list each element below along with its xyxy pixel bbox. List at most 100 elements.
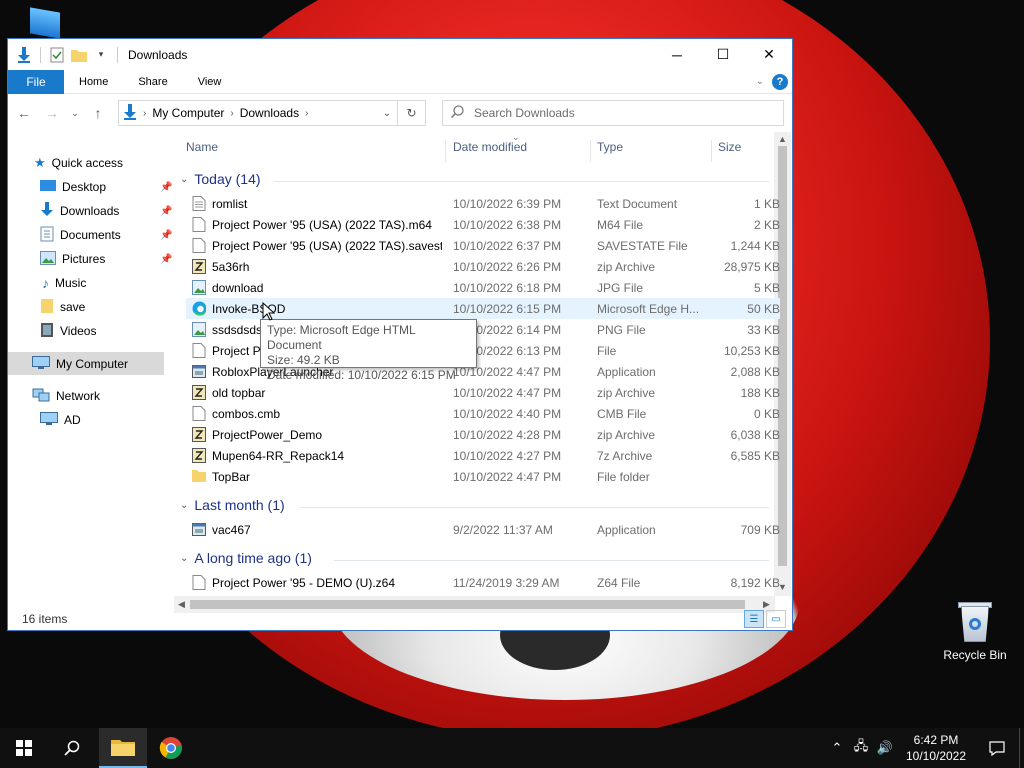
group-long-ago[interactable]: ⌄ A long time ago (1) bbox=[174, 550, 312, 566]
app-icon bbox=[192, 364, 206, 379]
collapse-chevron-icon: ⌄ bbox=[180, 499, 189, 511]
taskbar-file-explorer[interactable] bbox=[99, 728, 147, 768]
breadcrumb-downloads[interactable]: Downloads bbox=[240, 106, 299, 120]
new-folder-icon[interactable] bbox=[71, 47, 87, 63]
nav-item-save[interactable]: save bbox=[40, 296, 85, 318]
downloads-icon bbox=[40, 201, 54, 221]
nav-label: Downloads bbox=[60, 204, 120, 218]
nav-item-desktop[interactable]: Desktop 📌 bbox=[40, 176, 172, 198]
file-size: 5 KB bbox=[753, 281, 780, 295]
file-row[interactable]: vac467 9/2/2022 11:37 AM Application 709 KB bbox=[186, 519, 780, 540]
nav-label: Pictures bbox=[62, 252, 106, 266]
network-status-icon[interactable]: 🖧 bbox=[849, 737, 873, 759]
pin-icon[interactable]: 📌 bbox=[160, 230, 172, 241]
pin-icon[interactable]: 📌 bbox=[160, 182, 172, 193]
nav-item-ad[interactable]: AD bbox=[40, 409, 81, 431]
network-icon bbox=[32, 388, 50, 405]
forward-button[interactable]: → bbox=[40, 101, 64, 125]
start-button[interactable] bbox=[0, 728, 48, 768]
refresh-button[interactable]: ↻ bbox=[397, 101, 425, 125]
nav-item-downloads[interactable]: Downloads 📌 bbox=[40, 200, 172, 222]
group-last-month[interactable]: ⌄ Last month (1) bbox=[174, 497, 285, 513]
nav-label: Quick access bbox=[51, 156, 124, 170]
pin-icon[interactable]: 📌 bbox=[160, 206, 172, 217]
file-name: TopBar bbox=[212, 470, 251, 484]
file-name: Project Power '95 (USA) (2022 TAS).saves… bbox=[212, 239, 442, 253]
back-button[interactable]: ← bbox=[12, 101, 36, 125]
file-row[interactable]: Project Power '95 (USA) (2022 TAS).saves… bbox=[186, 235, 780, 256]
nav-item-videos[interactable]: Videos bbox=[40, 320, 96, 342]
file-row[interactable]: Project Power '95 - DEMO (U).z64 11/24/20… bbox=[186, 572, 780, 593]
computer-icon bbox=[32, 355, 50, 373]
nav-item-pictures[interactable]: Pictures 📌 bbox=[40, 248, 172, 270]
title-bar[interactable]: ▾ Downloads ─ ☐ ✕ bbox=[8, 39, 792, 70]
ribbon-tabs: File Home Share View ⌄ ? bbox=[8, 69, 792, 94]
column-size[interactable]: Size bbox=[718, 140, 741, 154]
tab-view[interactable]: View bbox=[183, 76, 237, 88]
nav-item-music[interactable]: ♪ Music bbox=[42, 272, 86, 294]
nav-item-documents[interactable]: Documents 📌 bbox=[40, 224, 172, 246]
nav-label: save bbox=[60, 300, 86, 314]
nav-label: Music bbox=[55, 276, 87, 290]
search-box[interactable]: Search Downloads bbox=[442, 100, 784, 126]
file-row[interactable]: old topbar 10/10/2022 4:47 PM zip Archive 1… bbox=[186, 382, 780, 403]
action-center-button[interactable] bbox=[975, 740, 1019, 756]
file-date-modified: 9/2/2022 11:37 AM bbox=[453, 523, 553, 537]
group-today[interactable]: ⌄ Today (14) bbox=[174, 171, 261, 187]
recycle-bin[interactable]: Recycle Bin bbox=[940, 600, 1010, 662]
close-button[interactable]: ✕ bbox=[746, 39, 792, 70]
recent-locations-button[interactable]: ⌄ bbox=[68, 101, 82, 125]
system-tray: ⌃ 🖧 🔊 6:42 PM 10/10/2022 bbox=[825, 728, 1024, 768]
tab-home[interactable]: Home bbox=[64, 76, 123, 88]
tab-share[interactable]: Share bbox=[123, 76, 182, 88]
file-size: 2,088 KB bbox=[730, 365, 780, 379]
show-desktop-button[interactable] bbox=[1019, 728, 1024, 768]
taskbar-search-icon bbox=[64, 740, 80, 756]
pin-icon[interactable]: 📌 bbox=[160, 254, 172, 265]
file-row[interactable]: combos.cmb 10/10/2022 4:40 PM CMB File 0 KB bbox=[186, 403, 780, 424]
file-row[interactable]: ProjectPower_Demo 10/10/2022 4:28 PM zip A… bbox=[186, 424, 780, 445]
nav-label: Documents bbox=[60, 228, 121, 242]
file-row[interactable]: Project Power '95 (USA) (2022 TAS).m64 10… bbox=[186, 214, 780, 235]
column-type[interactable]: Type bbox=[597, 140, 623, 154]
tab-file[interactable]: File bbox=[8, 69, 64, 94]
text-file-icon bbox=[192, 196, 206, 211]
search-input[interactable]: Search Downloads bbox=[474, 106, 575, 120]
file-type: File folder bbox=[597, 470, 650, 484]
nav-label: AD bbox=[64, 413, 81, 427]
file-row[interactable]: download 10/10/2022 6:18 PM JPG File 5 KB bbox=[186, 277, 780, 298]
search-button[interactable] bbox=[48, 728, 96, 768]
notification-icon bbox=[989, 740, 1005, 756]
properties-icon[interactable] bbox=[49, 47, 65, 63]
minimize-button[interactable]: ─ bbox=[654, 39, 700, 70]
file-type: Z64 File bbox=[597, 576, 641, 590]
file-row[interactable]: TopBar 10/10/2022 4:47 PM File folder bbox=[186, 466, 780, 487]
file-name: download bbox=[212, 281, 264, 295]
details-view-button[interactable]: ☰ bbox=[744, 610, 764, 628]
file-size: 1 KB bbox=[753, 197, 780, 211]
nav-item-quick-access[interactable]: ★ Quick access bbox=[34, 152, 123, 174]
maximize-button[interactable]: ☐ bbox=[700, 39, 746, 70]
breadcrumb-my-computer[interactable]: My Computer bbox=[152, 106, 224, 120]
clock[interactable]: 6:42 PM 10/10/2022 bbox=[897, 732, 975, 764]
show-hidden-icons-icon[interactable]: ⌃ bbox=[825, 740, 849, 756]
nav-item-my-computer[interactable]: My Computer bbox=[32, 353, 128, 375]
address-dropdown-icon[interactable]: ⌄ bbox=[377, 108, 397, 119]
star-icon: ★ bbox=[34, 155, 46, 170]
file-name: 5a36rh bbox=[212, 260, 250, 274]
taskbar-chrome[interactable] bbox=[147, 728, 195, 768]
scroll-up-icon[interactable]: ▲ bbox=[778, 134, 787, 144]
file-row[interactable]: 5a36rh 10/10/2022 6:26 PM zip Archive 28,97… bbox=[186, 256, 780, 277]
nav-item-network[interactable]: Network bbox=[32, 385, 100, 407]
desktop-icon-partial[interactable] bbox=[30, 7, 60, 39]
column-name[interactable]: Name bbox=[186, 140, 218, 154]
volume-icon[interactable]: 🔊 bbox=[873, 740, 897, 756]
file-row[interactable]: romlist 10/10/2022 6:39 PM Text Document 1 … bbox=[186, 193, 780, 214]
file-row[interactable]: Mupen64-RR_Repack14 10/10/2022 4:27 PM 7z … bbox=[186, 445, 780, 466]
customize-dropdown-icon[interactable]: ▾ bbox=[93, 47, 109, 63]
up-button[interactable]: ↑ bbox=[86, 101, 110, 125]
help-icon[interactable]: ? bbox=[772, 73, 788, 90]
address-bar[interactable]: › My Computer › Downloads › ⌄ ↻ bbox=[118, 100, 426, 126]
large-icons-view-button[interactable]: ▭ bbox=[766, 610, 786, 628]
expand-ribbon-icon[interactable]: ⌄ bbox=[756, 76, 764, 87]
